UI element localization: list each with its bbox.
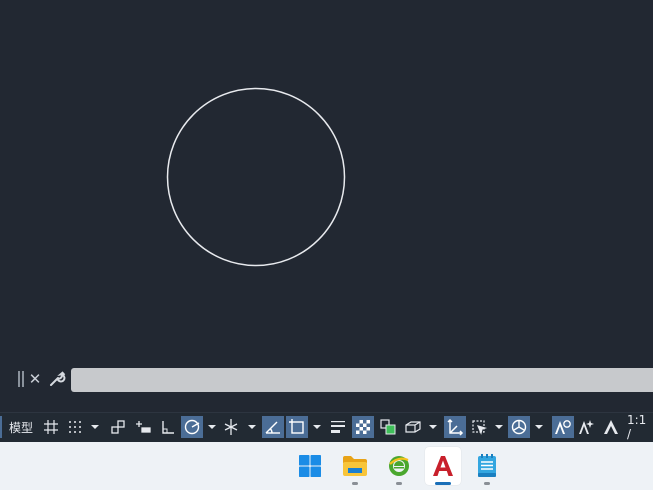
polar-dropdown-icon[interactable] bbox=[205, 416, 219, 438]
transparency-icon[interactable] bbox=[352, 416, 374, 438]
autocad-window: ✕ 模型 1:1 / bbox=[0, 0, 653, 490]
close-icon[interactable]: ✕ bbox=[27, 370, 43, 388]
annotation-scale-value[interactable]: 1:1 / bbox=[627, 413, 653, 441]
object-snap-icon[interactable] bbox=[286, 416, 308, 438]
infer-constraints-icon[interactable] bbox=[107, 416, 129, 438]
snap-mode-icon[interactable] bbox=[64, 416, 86, 438]
dynamic-ucs-icon[interactable] bbox=[444, 416, 466, 438]
ortho-mode-icon[interactable] bbox=[157, 416, 179, 438]
status-gap bbox=[0, 394, 653, 412]
canvas-svg bbox=[166, 87, 346, 267]
annotation-visibility-icon[interactable] bbox=[552, 416, 574, 438]
status-left-edge bbox=[0, 416, 2, 438]
object-snap-dropdown-icon[interactable] bbox=[310, 416, 324, 438]
browser-indicator bbox=[396, 482, 402, 485]
file-explorer-indicator bbox=[352, 482, 358, 485]
notepad-indicator bbox=[484, 482, 490, 485]
selection-filtering-icon[interactable] bbox=[468, 416, 490, 438]
command-input[interactable] bbox=[71, 368, 653, 392]
3d-osnap-dropdown-icon[interactable] bbox=[426, 416, 440, 438]
drawing-canvas[interactable] bbox=[0, 0, 653, 366]
windows-start-icon[interactable] bbox=[292, 447, 328, 485]
dynamic-input-icon[interactable] bbox=[132, 416, 154, 438]
selection-filter-dropdown-icon[interactable] bbox=[492, 416, 506, 438]
command-line-grip-icon[interactable] bbox=[17, 370, 25, 388]
gizmo-icon[interactable] bbox=[508, 416, 530, 438]
autocad-icon[interactable] bbox=[425, 447, 461, 485]
isodraft-dropdown-icon[interactable] bbox=[245, 416, 259, 438]
auto-scale-icon[interactable] bbox=[576, 416, 598, 438]
isometric-drafting-icon[interactable] bbox=[220, 416, 242, 438]
autocad-indicator bbox=[435, 482, 451, 485]
wrench-icon[interactable] bbox=[48, 370, 66, 388]
object-snap-tracking-icon[interactable] bbox=[262, 416, 284, 438]
gizmo-dropdown-icon[interactable] bbox=[532, 416, 546, 438]
3d-object-snap-icon[interactable] bbox=[402, 416, 424, 438]
annotation-scale-icon[interactable] bbox=[600, 416, 622, 438]
snap-dropdown-icon[interactable] bbox=[88, 416, 102, 438]
polar-tracking-icon[interactable] bbox=[181, 416, 203, 438]
drawn-circle[interactable] bbox=[166, 87, 346, 267]
browser-icon[interactable] bbox=[381, 447, 417, 485]
file-explorer-icon[interactable] bbox=[337, 447, 373, 485]
selection-cycling-icon[interactable] bbox=[377, 416, 399, 438]
grid-icon[interactable] bbox=[40, 416, 62, 438]
notepad-icon[interactable] bbox=[469, 447, 505, 485]
lineweight-icon[interactable] bbox=[327, 416, 349, 438]
model-tab[interactable]: 模型 bbox=[6, 416, 36, 438]
